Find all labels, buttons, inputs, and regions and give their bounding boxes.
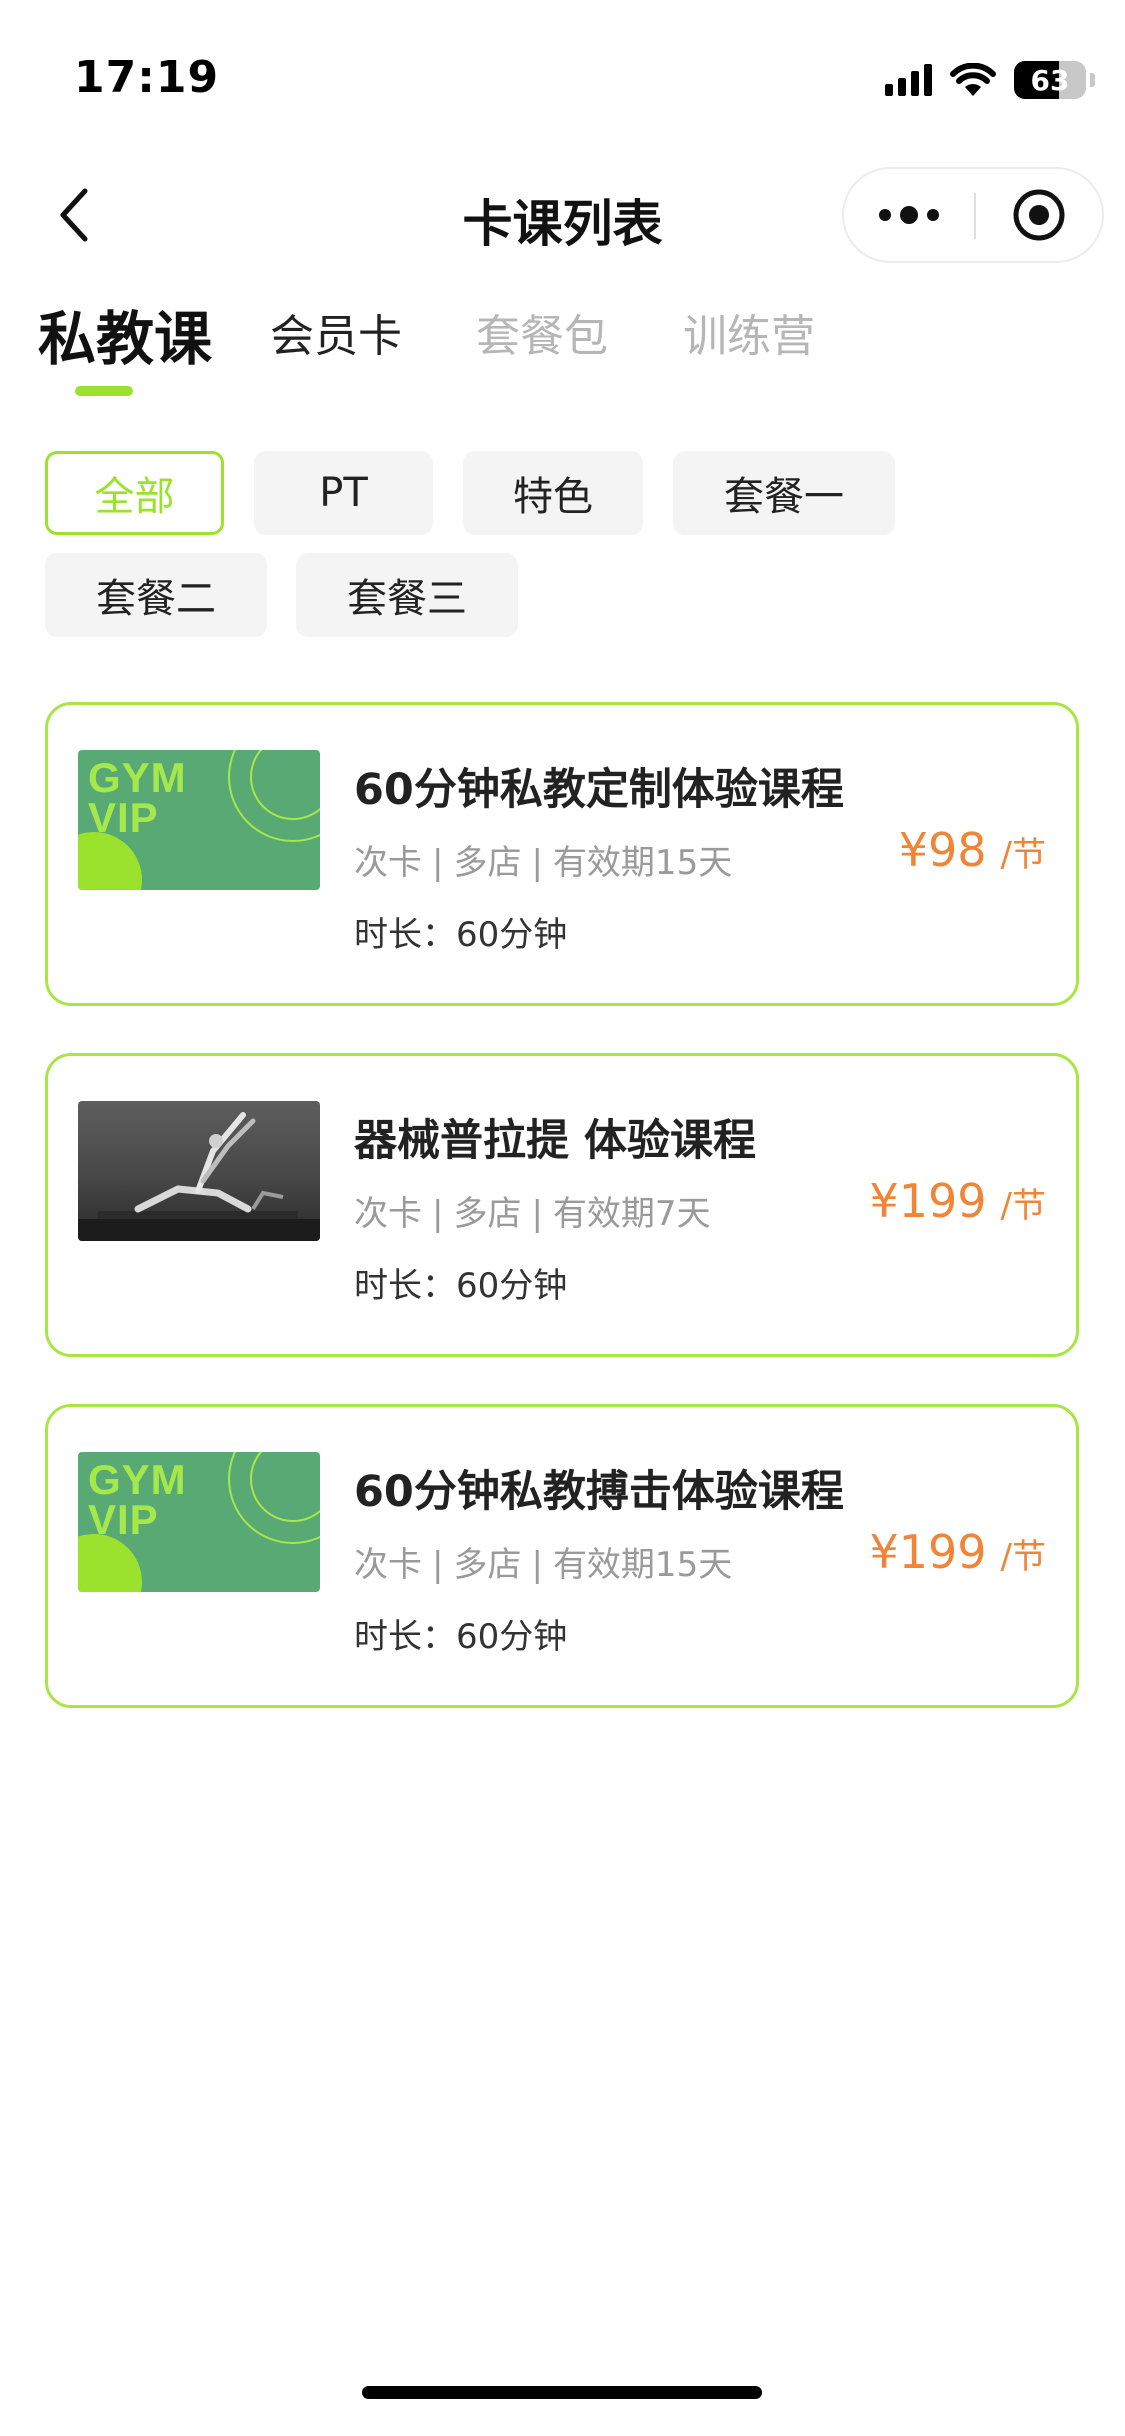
battery-tip [1090, 73, 1095, 87]
wifi-icon [950, 63, 996, 96]
validity: 有效期15天 [552, 843, 733, 883]
home-indicator [362, 2386, 762, 2399]
tab-indicator [75, 386, 133, 396]
course-card[interactable]: GYM VIP 60分钟私教搏击体验课程 次卡 | 多店 | 有效期15天 时长：60分… [45, 1404, 1079, 1708]
course-price: ¥98 /节 [899, 823, 1046, 877]
course-price: ¥199 /节 [869, 1174, 1046, 1228]
nav-bar: 卡课列表 [0, 160, 1125, 270]
more-dots-icon [879, 206, 939, 224]
tab-membership-card[interactable]: 会员卡 [270, 300, 402, 364]
course-meta: 次卡 | 多店 | 有效期7天 [354, 1194, 711, 1234]
price-unit: /节 [1000, 1537, 1046, 1577]
mini-program-capsule [842, 167, 1104, 263]
filter-chip-pt[interactable]: PT [254, 451, 433, 535]
filter-chip-all[interactable]: 全部 [45, 451, 224, 535]
category-tabs: 私教课 会员卡 套餐包 训练营 [0, 300, 1125, 410]
course-meta: 次卡 | 多店 | 有效期15天 [354, 843, 733, 883]
course-card[interactable]: GYM VIP 60分钟私教定制体验课程 次卡 | 多店 | 有效期15天 时长：60分… [45, 702, 1079, 1006]
price-amount: ¥199 [869, 1525, 987, 1579]
battery-percent: 63 [1030, 63, 1070, 97]
store-scope: 多店 [453, 1545, 522, 1585]
battery-icon: 63 [1014, 61, 1086, 99]
card-type: 次卡 [354, 1194, 422, 1234]
course-duration: 时长：60分钟 [354, 915, 568, 955]
course-meta: 次卡 | 多店 | 有效期15天 [354, 1545, 733, 1585]
tab-package[interactable]: 套餐包 [476, 300, 608, 364]
tab-private-course[interactable]: 私教课 [38, 292, 212, 376]
card-type: 次卡 [354, 1545, 422, 1585]
close-button[interactable] [976, 169, 1102, 261]
filter-chip-package-3[interactable]: 套餐三 [296, 553, 518, 637]
signal-icon [885, 64, 932, 96]
price-amount: ¥98 [898, 823, 987, 877]
course-card[interactable]: 器械普拉提 体验课程 次卡 | 多店 | 有效期7天 时长：60分钟 ¥199 /节 [45, 1053, 1079, 1357]
filter-chip-package-1[interactable]: 套餐一 [673, 451, 895, 535]
status-icons: 63 [885, 58, 1095, 102]
course-title: 60分钟私教定制体验课程 [354, 765, 844, 815]
store-scope: 多店 [453, 1194, 522, 1234]
course-title: 60分钟私教搏击体验课程 [354, 1467, 844, 1517]
tab-training-camp[interactable]: 训练营 [683, 300, 815, 364]
pilates-photo [78, 1112, 320, 1241]
price-unit: /节 [1000, 835, 1046, 875]
close-target-icon [1013, 189, 1065, 241]
more-button[interactable] [844, 169, 974, 261]
course-thumbnail: GYM VIP [78, 750, 320, 890]
card-type: 次卡 [354, 843, 422, 883]
validity: 有效期15天 [552, 1545, 733, 1585]
filter-chip-package-2[interactable]: 套餐二 [45, 553, 267, 637]
course-price: ¥199 /节 [869, 1525, 1046, 1579]
status-bar: 17:19 63 [0, 0, 1125, 150]
course-duration: 时长：60分钟 [354, 1617, 568, 1657]
filter-chip-featured[interactable]: 特色 [463, 451, 643, 535]
course-title: 器械普拉提 体验课程 [354, 1116, 756, 1166]
gym-vip-logo: GYM VIP [88, 754, 187, 841]
course-thumbnail: GYM VIP [78, 1452, 320, 1592]
status-time: 17:19 [74, 52, 220, 103]
gym-vip-logo: GYM VIP [88, 1456, 187, 1543]
store-scope: 多店 [453, 843, 522, 883]
course-duration: 时长：60分钟 [354, 1266, 568, 1306]
price-amount: ¥199 [869, 1174, 987, 1228]
validity: 有效期7天 [552, 1194, 711, 1234]
course-thumbnail [78, 1101, 320, 1241]
price-unit: /节 [1000, 1186, 1046, 1226]
